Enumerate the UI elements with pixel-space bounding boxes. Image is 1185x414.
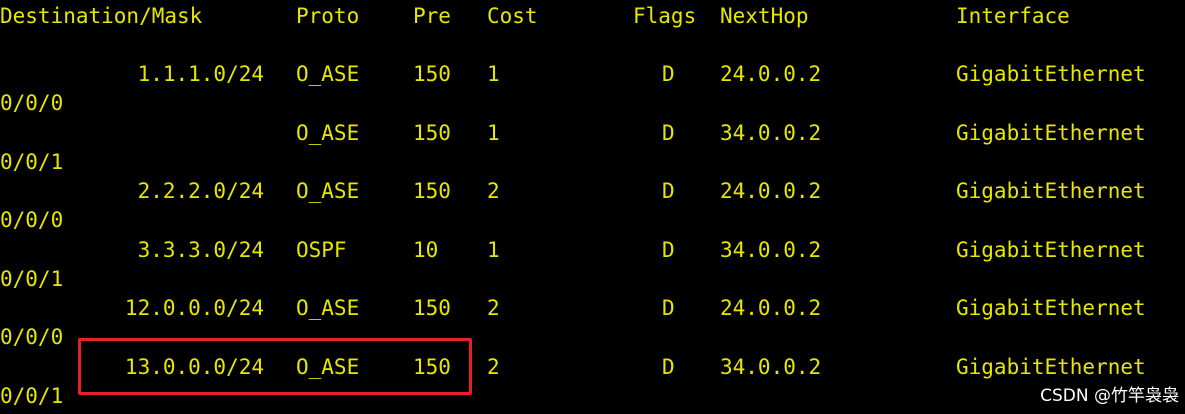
header-flags: Flags xyxy=(633,4,697,28)
route-destination: 1.1.1.0/24 xyxy=(137,62,264,86)
watermark: CSDN @竹竿袅袅 xyxy=(1040,386,1179,406)
route-flags: D xyxy=(662,238,675,262)
route-preference: 150 xyxy=(413,62,451,86)
route-flags: D xyxy=(662,355,675,379)
route-flags: D xyxy=(662,296,675,320)
route-interface: GigabitEthernet xyxy=(956,296,1146,320)
route-interface-continuation: 0/0/1 xyxy=(0,267,64,291)
route-nexthop: 34.0.0.2 xyxy=(720,355,822,379)
route-interface: GigabitEthernet xyxy=(956,355,1146,379)
route-interface-continuation: 0/0/0 xyxy=(0,208,64,232)
route-nexthop: 24.0.0.2 xyxy=(720,179,822,203)
route-interface-continuation: 0/0/1 xyxy=(0,150,64,174)
route-proto: OSPF xyxy=(296,238,347,262)
route-interface: GigabitEthernet xyxy=(956,121,1146,145)
route-nexthop: 24.0.0.2 xyxy=(720,62,822,86)
highlight-box xyxy=(78,338,472,395)
header-destination: Destination/Mask xyxy=(0,4,203,28)
route-destination: 3.3.3.0/24 xyxy=(137,238,264,262)
route-preference: 150 xyxy=(413,179,451,203)
route-interface: GigabitEthernet xyxy=(956,238,1146,262)
route-nexthop: 24.0.0.2 xyxy=(720,296,822,320)
route-cost: 2 xyxy=(487,355,500,379)
route-flags: D xyxy=(662,121,675,145)
route-interface-continuation: 0/0/0 xyxy=(0,325,64,349)
route-destination: 12.0.0.0/24 xyxy=(124,296,264,320)
route-destination: 2.2.2.0/24 xyxy=(137,179,264,203)
route-preference: 10 xyxy=(413,238,439,262)
route-cost: 1 xyxy=(487,62,500,86)
route-interface-continuation: 0/0/1 xyxy=(0,384,64,408)
route-cost: 2 xyxy=(487,296,500,320)
header-proto: Proto xyxy=(296,4,360,28)
route-flags: D xyxy=(662,179,675,203)
route-preference: 150 xyxy=(413,121,451,145)
route-preference: 150 xyxy=(413,296,451,320)
route-interface: GigabitEthernet xyxy=(956,62,1146,86)
route-cost: 2 xyxy=(487,179,500,203)
header-nexthop: NextHop xyxy=(720,4,809,28)
route-interface-continuation: 0/0/0 xyxy=(0,91,64,115)
route-flags: D xyxy=(662,62,675,86)
route-proto: O_ASE xyxy=(296,296,360,320)
routing-table-terminal: Destination/Mask Proto Pre Cost Flags Ne… xyxy=(0,0,1185,414)
route-cost: 1 xyxy=(487,238,500,262)
route-nexthop: 34.0.0.2 xyxy=(720,238,822,262)
route-proto: O_ASE xyxy=(296,179,360,203)
route-proto: O_ASE xyxy=(296,62,360,86)
route-proto: O_ASE xyxy=(296,121,360,145)
route-interface: GigabitEthernet xyxy=(956,179,1146,203)
route-cost: 1 xyxy=(487,121,500,145)
route-nexthop: 34.0.0.2 xyxy=(720,121,822,145)
header-interface: Interface xyxy=(956,4,1070,28)
header-pre: Pre xyxy=(413,4,451,28)
header-cost: Cost xyxy=(487,4,538,28)
